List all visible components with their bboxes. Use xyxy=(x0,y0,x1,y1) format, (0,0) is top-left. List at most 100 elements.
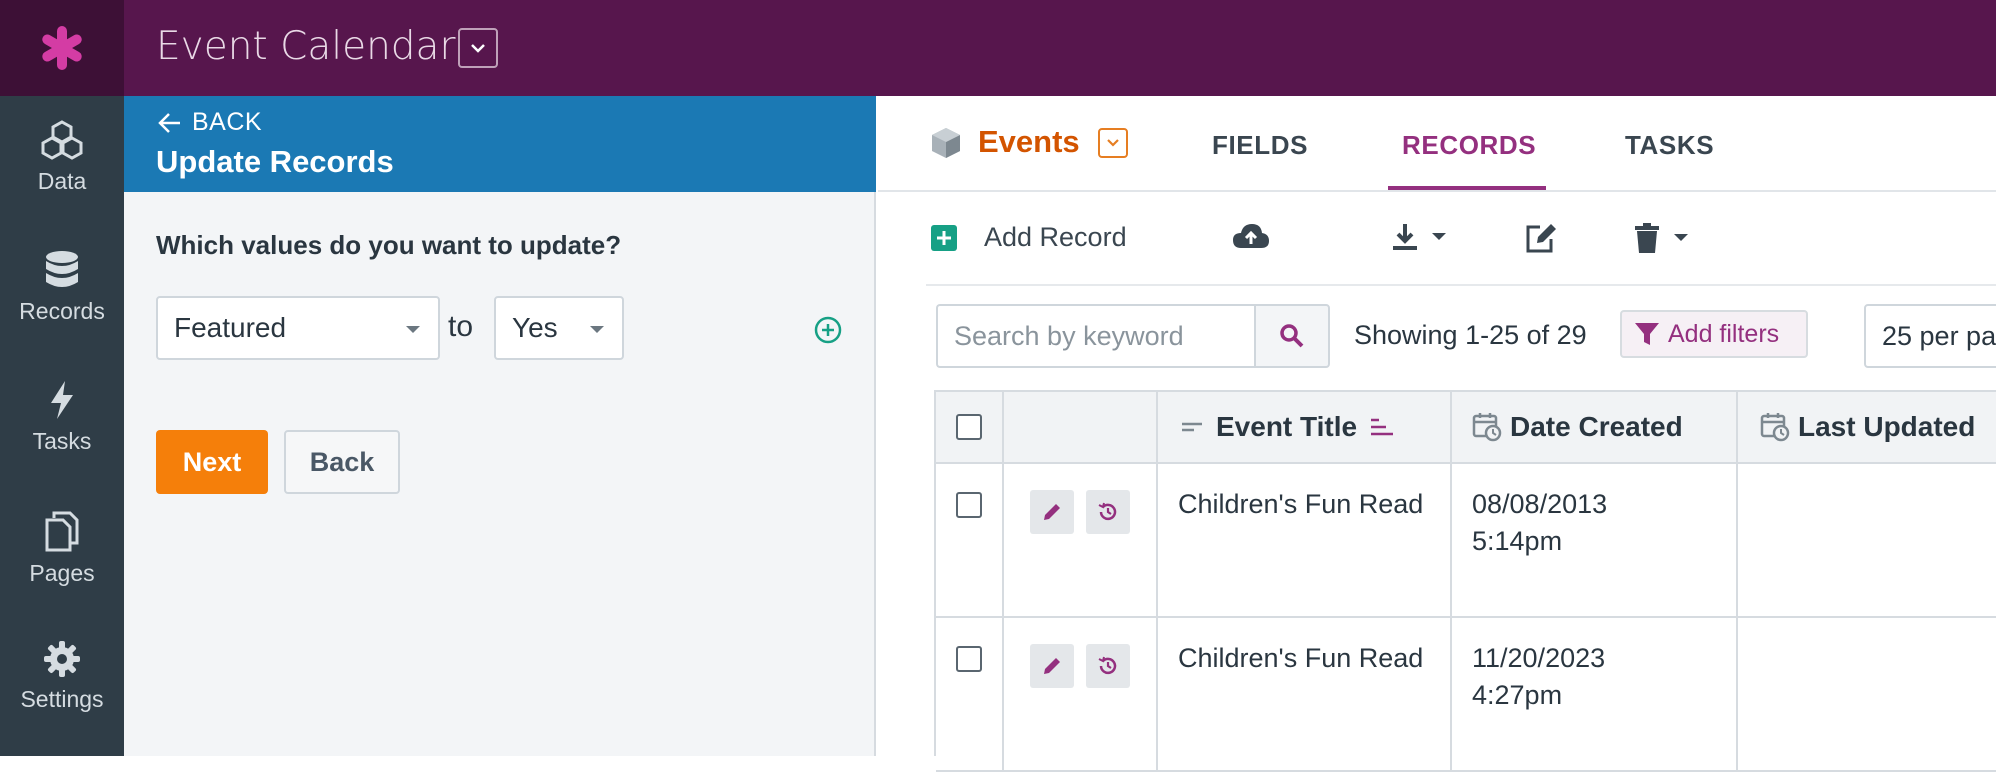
plus-square-icon xyxy=(931,224,957,251)
sidebar-item-pages[interactable]: Pages xyxy=(0,510,124,587)
field-select[interactable]: Featured xyxy=(156,296,440,360)
back-link-label: BACK xyxy=(192,108,263,136)
date-created-cell[interactable]: 11/20/2023 4:27pm xyxy=(1452,618,1738,770)
back-link[interactable]: BACK xyxy=(158,108,262,137)
panel-title: Update Records xyxy=(156,144,394,179)
main-sidebar: Data Records Tasks Pages Settings xyxy=(0,96,124,756)
date-created-value: 11/20/2023 4:27pm xyxy=(1472,640,1605,714)
value-select-value: Yes xyxy=(512,312,558,343)
search-button[interactable] xyxy=(1254,304,1330,368)
update-question: Which values do you want to update? xyxy=(156,230,622,260)
short-text-icon xyxy=(1182,422,1202,432)
column-label: Date Created xyxy=(1510,411,1683,442)
last-updated-cell[interactable] xyxy=(1738,618,1996,770)
update-records-panel: BACK Update Records Which values do you … xyxy=(124,96,876,756)
gear-icon xyxy=(44,641,80,677)
edit-record-button[interactable] xyxy=(1030,644,1074,688)
caret-down-icon xyxy=(406,326,420,333)
table-header-last-updated[interactable]: Last Updated xyxy=(1738,392,1996,464)
add-condition-button[interactable] xyxy=(814,316,842,349)
app-switcher-dropdown[interactable] xyxy=(458,28,498,68)
next-button[interactable]: Next xyxy=(156,430,268,494)
sidebar-item-records[interactable]: Records xyxy=(0,250,124,325)
trash-icon xyxy=(1635,223,1659,253)
column-label: Last Updated xyxy=(1798,411,1976,442)
arrow-left-icon xyxy=(158,112,180,133)
cube-icon xyxy=(930,126,962,165)
value-select[interactable]: Yes xyxy=(494,296,624,360)
table-header-date-created[interactable]: Date Created xyxy=(1452,392,1738,464)
tab-records[interactable]: RECORDS xyxy=(1402,130,1536,161)
last-updated-cell[interactable] xyxy=(1738,464,1996,616)
logo[interactable] xyxy=(0,0,124,96)
date-value: 11/20/2023 xyxy=(1472,643,1606,673)
caret-down-icon xyxy=(1674,234,1688,241)
per-page-select[interactable]: 25 per page xyxy=(1864,304,1996,368)
row-actions-cell xyxy=(1004,618,1158,770)
import-button[interactable] xyxy=(1232,222,1270,250)
back-button[interactable]: Back xyxy=(284,430,400,494)
filter-icon xyxy=(1635,323,1659,345)
history-icon xyxy=(1098,502,1117,521)
tab-fields[interactable]: FIELDS xyxy=(1212,130,1308,161)
add-filters-button[interactable]: Add filters xyxy=(1620,310,1808,358)
panel-header: BACK Update Records xyxy=(124,96,876,192)
add-filters-label: Add filters xyxy=(1668,319,1780,348)
records-toolbar: Add Record xyxy=(926,192,1996,286)
table-row: Children's Fun Read 11/20/2023 4:27pm xyxy=(936,618,1996,772)
object-name[interactable]: Events xyxy=(978,124,1080,160)
chevron-down-icon xyxy=(471,44,485,53)
records-table: Event Title Date Created Last Updated Ch… xyxy=(934,390,1996,772)
sidebar-item-data[interactable]: Data xyxy=(0,120,124,195)
event-title-value: Children's Fun Read xyxy=(1178,643,1424,673)
tab-tasks[interactable]: TASKS xyxy=(1625,130,1714,161)
record-history-button[interactable] xyxy=(1086,490,1130,534)
chevron-down-icon xyxy=(1107,139,1119,147)
date-created-cell[interactable]: 08/08/2013 5:14pm xyxy=(1452,464,1738,616)
select-all-checkbox[interactable] xyxy=(956,414,982,440)
active-tab-indicator xyxy=(1388,186,1546,190)
sidebar-item-label: Settings xyxy=(20,686,104,712)
records-view: Events FIELDS RECORDS TASKS Add Record S… xyxy=(878,96,1996,772)
bolt-icon xyxy=(51,381,73,419)
time-value: 5:14pm xyxy=(1472,526,1563,556)
object-tabs-bar: Events FIELDS RECORDS TASKS xyxy=(878,96,1996,192)
sidebar-item-label: Pages xyxy=(29,560,95,586)
asterisk-logo-icon xyxy=(42,26,82,70)
cubes-icon xyxy=(41,120,83,160)
row-checkbox[interactable] xyxy=(956,646,982,672)
caret-down-icon xyxy=(1432,233,1446,240)
database-icon xyxy=(46,251,78,287)
record-history-button[interactable] xyxy=(1086,644,1130,688)
time-value: 4:27pm xyxy=(1472,680,1563,710)
event-title-cell[interactable]: Children's Fun Read xyxy=(1158,618,1452,770)
date-created-value: 08/08/2013 5:14pm xyxy=(1472,486,1607,560)
table-header-select xyxy=(936,392,1004,464)
app-title: Event Calendar xyxy=(156,24,456,69)
add-record-button[interactable]: Add Record xyxy=(930,222,1127,253)
download-icon xyxy=(1393,224,1417,250)
batch-update-button[interactable] xyxy=(1524,222,1558,254)
edit-record-button[interactable] xyxy=(1030,490,1074,534)
search-icon xyxy=(1280,324,1304,348)
export-button[interactable] xyxy=(1390,222,1448,252)
event-title-value: Children's Fun Read xyxy=(1178,489,1424,519)
table-header-actions xyxy=(1004,392,1158,464)
event-title-cell[interactable]: Children's Fun Read xyxy=(1158,464,1452,616)
to-label: to xyxy=(448,310,474,343)
sidebar-item-settings[interactable]: Settings xyxy=(0,640,124,713)
cloud-upload-icon xyxy=(1233,224,1269,248)
history-icon xyxy=(1098,656,1117,675)
sidebar-item-label: Tasks xyxy=(32,428,92,454)
table-header-event-title[interactable]: Event Title xyxy=(1158,392,1452,464)
pencil-icon xyxy=(1044,504,1060,520)
search-input[interactable]: Search by keyword xyxy=(936,304,1266,368)
pages-icon xyxy=(45,511,79,552)
sort-ascending-icon xyxy=(1371,418,1394,436)
row-checkbox[interactable] xyxy=(956,492,982,518)
delete-button[interactable] xyxy=(1634,222,1690,254)
sidebar-item-tasks[interactable]: Tasks xyxy=(0,380,124,455)
caret-down-icon xyxy=(590,326,604,333)
object-dropdown[interactable] xyxy=(1098,128,1128,158)
column-label: Event Title xyxy=(1216,411,1358,442)
